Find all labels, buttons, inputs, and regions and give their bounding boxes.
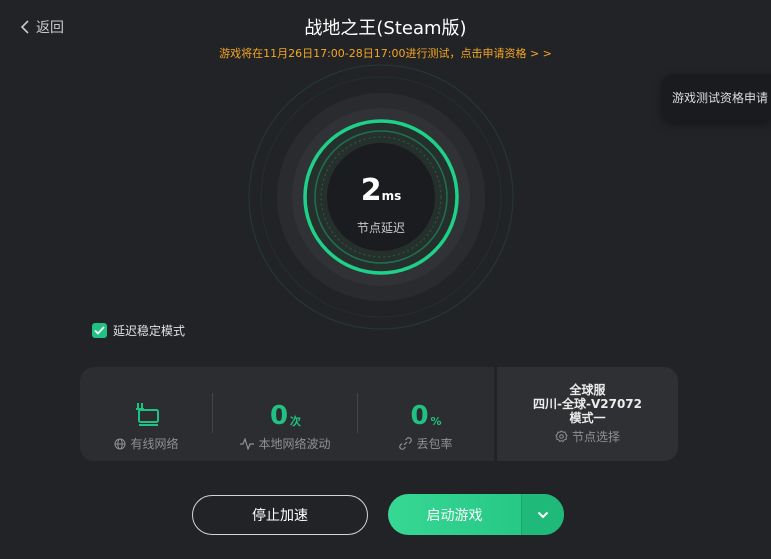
page-title: 战地之王(Steam版) <box>304 18 467 39</box>
packet-loss-unit: % <box>430 415 442 428</box>
server-region: 全球服 <box>569 383 606 397</box>
latency-gauge: 2ms 节点延迟 <box>247 63 515 331</box>
start-game-button[interactable]: 启动游戏 <box>388 494 521 535</box>
latency-unit: ms <box>381 189 402 203</box>
server-mode: 模式一 <box>569 411 606 425</box>
globe-icon <box>114 438 126 449</box>
chevron-down-icon <box>537 511 549 518</box>
stat-fluctuation: 0 次 本地网络波动 <box>213 367 358 461</box>
network-type-label: 有线网络 <box>130 437 179 451</box>
fluctuation-label: 本地网络波动 <box>258 437 331 451</box>
stable-mode-toggle[interactable]: 延迟稳定模式 <box>92 322 185 339</box>
latency-label: 节点延迟 <box>356 221 405 235</box>
stop-acceleration-button[interactable]: 停止加速 <box>192 495 368 535</box>
packet-loss-label: 丢包率 <box>416 437 453 451</box>
gear-icon <box>555 430 568 443</box>
fluctuation-value: 0 <box>269 401 289 431</box>
test-qualification-tab[interactable]: 游戏测试资格申请 <box>661 74 771 121</box>
start-options-dropdown[interactable] <box>522 494 564 535</box>
server-node: 四川-全球-V27072 <box>533 397 642 411</box>
server-node-selector[interactable]: 全球服 四川-全球-V27072 模式一 节点选择 <box>494 367 678 461</box>
network-stats-panel: 有线网络 0 次 本地网络波动 0 % 丢包率 全球服 四川-全球-V27072… <box>80 367 678 461</box>
latency-number: 2 <box>360 173 382 208</box>
checkbox-checked-icon[interactable] <box>92 323 107 338</box>
stat-packet-loss: 0 % 丢包率 <box>358 367 494 461</box>
test-qualification-label: 游戏测试资格申请 <box>672 91 769 105</box>
stat-network-type: 有线网络 <box>80 367 213 461</box>
fluctuation-unit: 次 <box>290 415 302 428</box>
link-icon <box>399 437 413 450</box>
latency-value: 2ms <box>247 173 515 208</box>
node-select-label: 节点选择 <box>571 430 620 444</box>
start-game-group: 启动游戏 <box>388 494 564 535</box>
start-label: 启动游戏 <box>426 507 483 524</box>
stop-label: 停止加速 <box>252 508 308 524</box>
ethernet-icon <box>132 389 162 429</box>
packet-loss-value: 0 <box>410 401 429 431</box>
test-notice-link[interactable]: 游戏将在11月26日17:00-28日17:00进行测试，点击申请资格 > > <box>0 45 771 61</box>
stable-mode-label: 延迟稳定模式 <box>113 324 186 338</box>
pulse-icon <box>240 437 255 450</box>
